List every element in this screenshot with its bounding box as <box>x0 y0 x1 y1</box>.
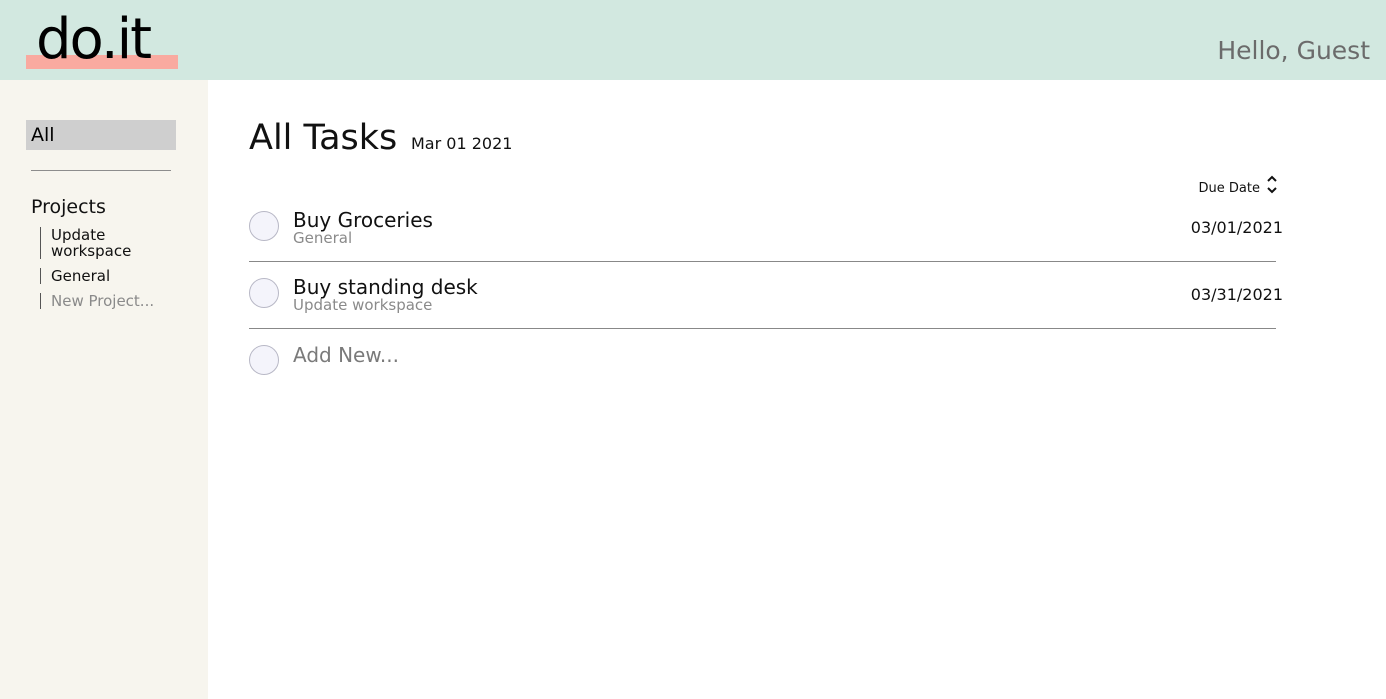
new-project-button[interactable]: New Project... <box>40 293 200 309</box>
task-due-date: 03/01/2021 <box>1190 218 1283 237</box>
sort-updown-icon <box>1267 175 1277 194</box>
task-complete-checkbox[interactable] <box>249 211 279 241</box>
task-due-date: 03/31/2021 <box>1190 285 1283 304</box>
user-greeting: Hello, Guest <box>1217 36 1370 65</box>
app-logo[interactable]: do.it <box>26 8 178 72</box>
add-task-checkbox <box>249 345 279 375</box>
sidebar-divider <box>31 170 171 171</box>
sidebar-item-update-workspace[interactable]: Update workspace <box>40 227 141 259</box>
main-content: All Tasks Mar 01 2021 Due Date Buy Groce… <box>208 80 1386 699</box>
sidebar: All Projects Update workspace General Ne… <box>0 80 208 699</box>
add-task-row[interactable]: Add New... <box>249 330 1276 380</box>
project-list: Update workspace General New Project... <box>40 227 200 318</box>
sidebar-item-all[interactable]: All <box>26 120 176 150</box>
sidebar-item-general[interactable]: General <box>40 268 200 284</box>
logo-text: do.it <box>36 7 152 72</box>
task-row[interactable]: Buy standing desk Update workspace 03/31… <box>249 263 1283 329</box>
add-task-input[interactable]: Add New... <box>293 342 399 368</box>
task-project: Update workspace <box>293 296 433 314</box>
page-title: All Tasks <box>249 118 398 158</box>
projects-heading: Projects <box>31 196 106 218</box>
task-row[interactable]: Buy Groceries General 03/01/2021 <box>249 196 1283 262</box>
app-header: do.it Hello, Guest <box>0 0 1386 80</box>
page-date: Mar 01 2021 <box>411 134 513 153</box>
task-complete-checkbox[interactable] <box>249 278 279 308</box>
task-project: General <box>293 229 353 247</box>
sort-due-date-button[interactable]: Due Date <box>1199 172 1278 198</box>
